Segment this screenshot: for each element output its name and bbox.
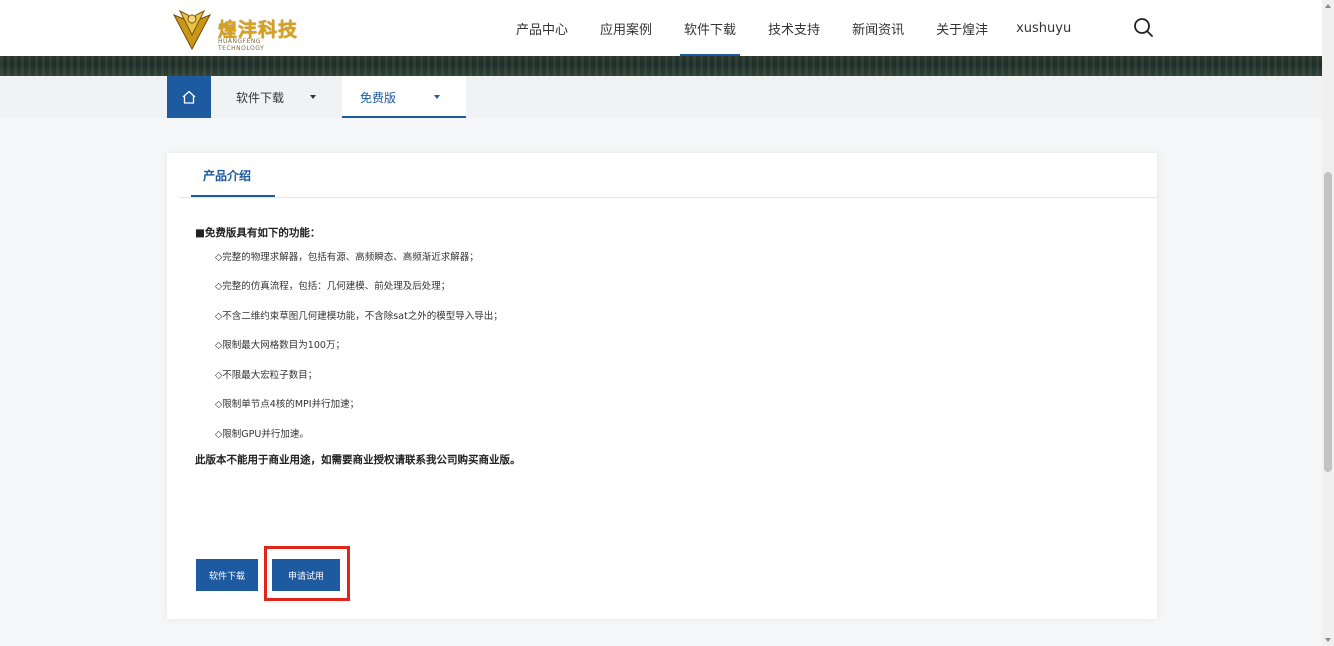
feature-item: ◇限制单节点4核的MPI并行加速； <box>215 399 360 411</box>
breadcrumb-label: 软件下载 <box>236 90 285 105</box>
software-download-button[interactable]: 软件下载 <box>196 559 258 591</box>
home-icon <box>182 90 196 104</box>
nav-item-cases[interactable]: 应用案例 <box>584 0 668 56</box>
feature-item: ◇不含二维约束草图几何建模功能，不含除sat之外的模型导入导出； <box>215 310 503 322</box>
logo[interactable]: 煌沣科技 HUANGFENG TECHNOLOGY <box>170 4 300 52</box>
feature-item: ◇完整的仿真流程，包括：几何建模、前处理及后处理； <box>215 281 451 293</box>
nav-item-downloads[interactable]: 软件下载 <box>668 0 752 56</box>
breadcrumb-software-download[interactable]: 软件下载 <box>236 76 336 118</box>
main-nav: 产品中心 应用案例 软件下载 技术支持 新闻资讯 关于煌沣 xushuyu <box>500 0 1071 56</box>
nav-item-support[interactable]: 技术支持 <box>752 0 836 56</box>
feature-item: ◇限制最大网格数目为100万； <box>215 340 345 352</box>
tab-divider <box>179 197 1157 198</box>
license-note: 此版本不能用于商业用途，如需要商业授权请联系我公司购买商业版。 <box>195 453 521 466</box>
nav-item-about[interactable]: 关于煌沣 <box>920 0 1004 56</box>
scroll-up-icon[interactable] <box>1325 4 1331 8</box>
breadcrumb-free-edition[interactable]: 免费版 <box>342 76 466 118</box>
banner-strip <box>0 56 1322 76</box>
breadcrumb: 软件下载 免费版 <box>0 76 1322 118</box>
feature-heading: ■免费版具有如下的功能： <box>195 227 321 239</box>
feature-item: ◇不限最大宏粒子数目； <box>215 369 318 381</box>
scroll-down-icon[interactable] <box>1325 638 1331 642</box>
home-button[interactable] <box>167 76 211 118</box>
chevron-down-icon <box>310 95 317 99</box>
nav-item-products[interactable]: 产品中心 <box>500 0 584 56</box>
feature-item: ◇完整的物理求解器，包括有源、高频瞬态、高频渐近求解器； <box>215 251 479 263</box>
feature-item: ◇限制GPU并行加速。 <box>215 428 309 440</box>
search-icon[interactable] <box>1132 16 1154 38</box>
product-card: 产品介绍 ■免费版具有如下的功能： ◇完整的物理求解器，包括有源、高频瞬态、高频… <box>167 153 1157 619</box>
user-name[interactable]: xushuyu <box>1004 21 1071 36</box>
site-header: 煌沣科技 HUANGFENG TECHNOLOGY 产品中心 应用案例 软件下载… <box>0 0 1322 56</box>
nav-item-news[interactable]: 新闻资讯 <box>836 0 920 56</box>
product-description: ■免费版具有如下的功能： ◇完整的物理求解器，包括有源、高频瞬态、高频渐近求解器… <box>195 225 1095 467</box>
logo-subtitle: HUANGFENG TECHNOLOGY <box>218 38 265 52</box>
chevron-down-icon <box>434 95 441 99</box>
scrollbar-thumb[interactable] <box>1324 172 1332 472</box>
logo-emblem-icon <box>172 9 212 51</box>
page-scrollbar[interactable] <box>1322 0 1334 646</box>
apply-trial-button[interactable]: 申请试用 <box>272 559 340 591</box>
tab-product-intro[interactable]: 产品介绍 <box>179 153 276 197</box>
breadcrumb-label: 免费版 <box>360 90 397 105</box>
